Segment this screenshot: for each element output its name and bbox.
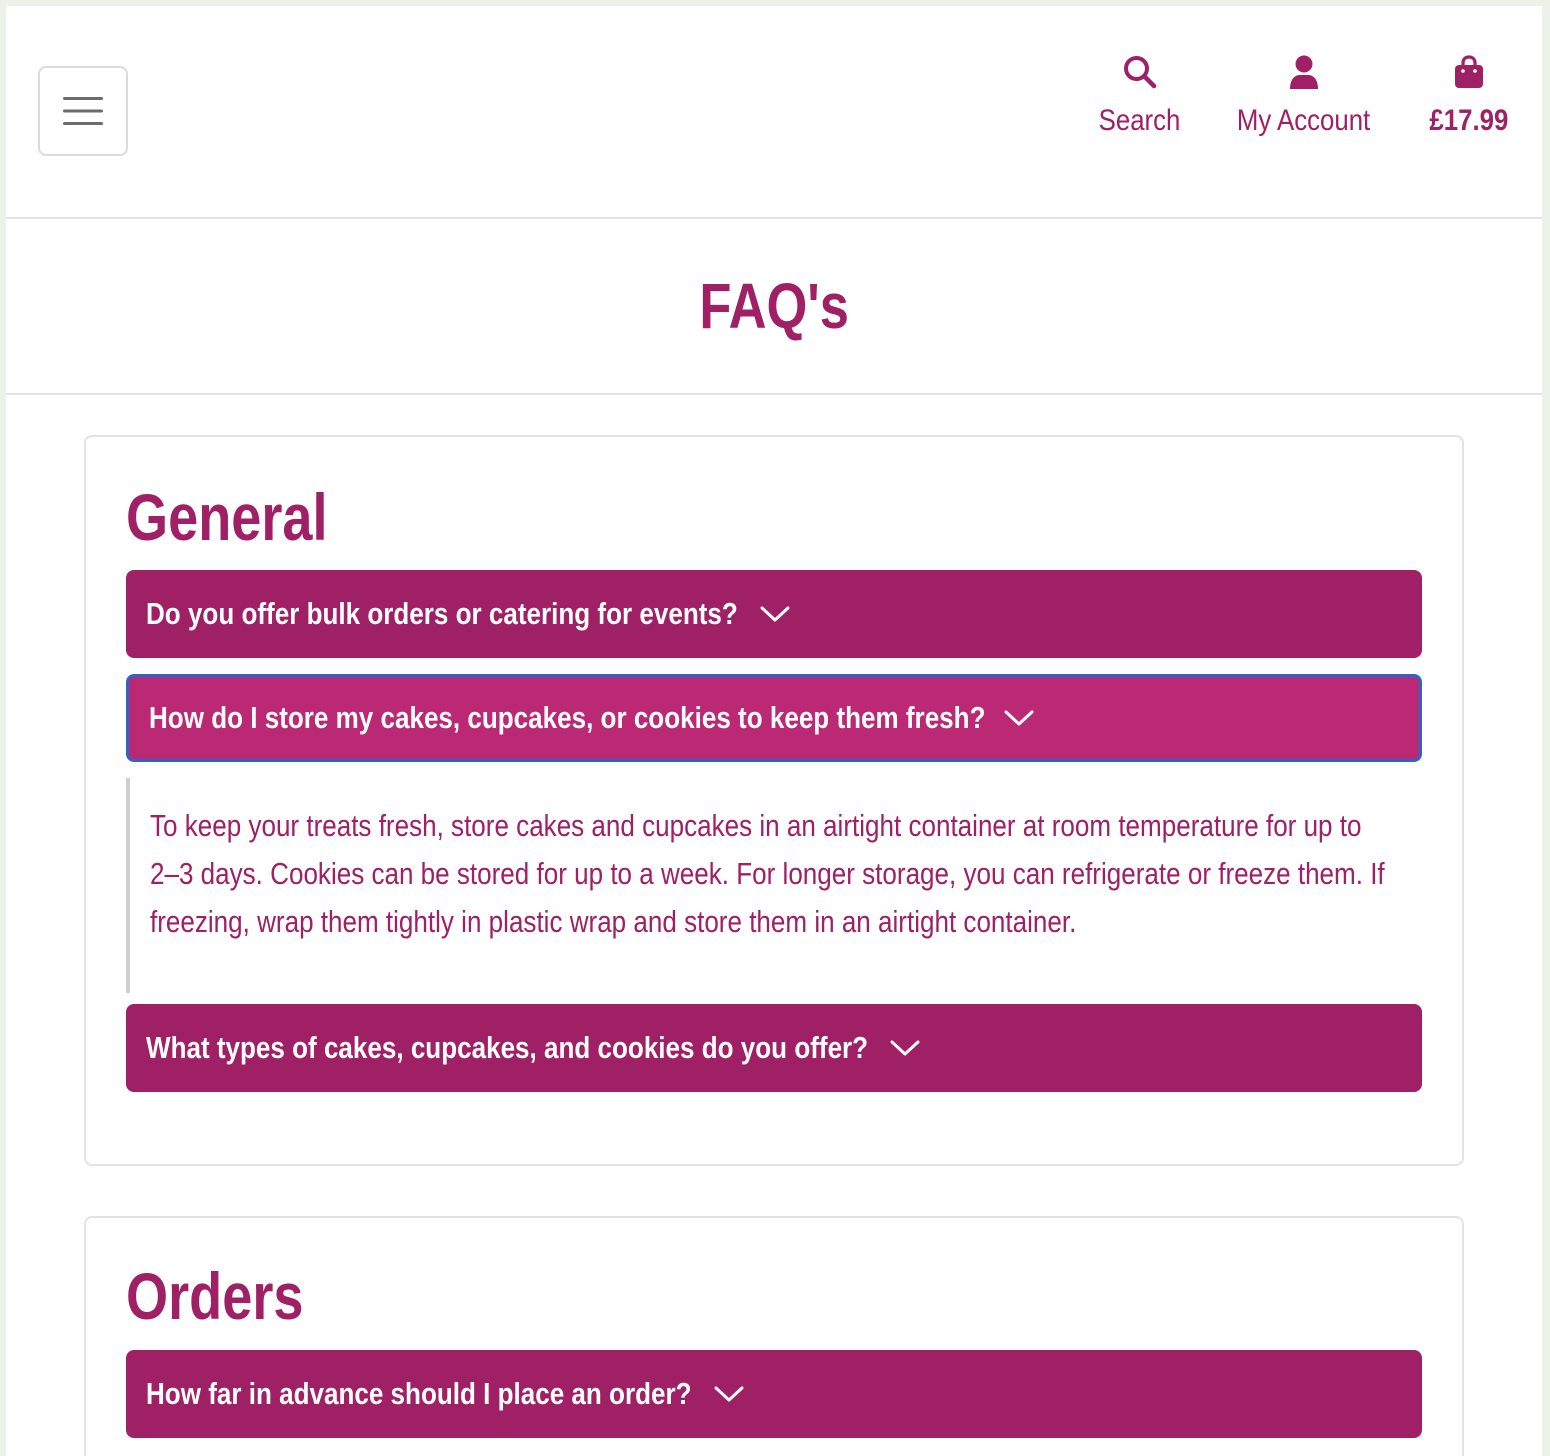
chevron-down-icon [760, 605, 790, 623]
faq-answer: To keep your treats fresh, store cakes a… [126, 778, 1422, 993]
hamburger-icon [63, 95, 103, 127]
page: Search My Account £17.99 FAQ's General D… [6, 6, 1542, 1456]
faq-question-button[interactable]: Do you offer bulk orders or catering for… [126, 570, 1422, 658]
my-account-label: My Account [1237, 104, 1371, 137]
faq-section-general: General Do you offer bulk orders or cate… [84, 435, 1464, 1166]
page-title: FAQ's [699, 270, 849, 342]
menu-button[interactable] [38, 66, 128, 156]
site-header: Search My Account £17.99 [6, 6, 1542, 219]
faq-question-button-expanded[interactable]: How do I store my cakes, cupcakes, or co… [126, 674, 1422, 762]
faq-question-text: How far in advance should I place an ord… [146, 1376, 692, 1411]
section-heading: Orders [126, 1259, 304, 1333]
cart-total: £17.99 [1429, 104, 1509, 137]
shopping-bag-icon [1454, 52, 1484, 92]
my-account-link[interactable]: My Account [1227, 52, 1381, 138]
search-icon [1122, 52, 1158, 92]
faq-answer-text: To keep your treats fresh, store cakes a… [150, 808, 1385, 939]
faq-question-text: Do you offer bulk orders or catering for… [146, 596, 738, 631]
cart-link[interactable]: £17.99 [1420, 52, 1518, 138]
faq-section-orders: Orders How far in advance should I place… [84, 1216, 1464, 1456]
title-band: FAQ's [6, 219, 1542, 395]
search-link[interactable]: Search [1094, 52, 1186, 138]
chevron-down-icon [1004, 709, 1034, 727]
faq-question-button[interactable]: How far in advance should I place an ord… [126, 1350, 1422, 1438]
search-label: Search [1099, 104, 1181, 137]
faq-question-text: What types of cakes, cupcakes, and cooki… [146, 1030, 869, 1065]
chevron-down-icon [890, 1039, 920, 1057]
faq-question-text: How do I store my cakes, cupcakes, or co… [149, 700, 986, 735]
user-icon [1289, 52, 1319, 92]
faq-question-button[interactable]: What types of cakes, cupcakes, and cooki… [126, 1004, 1422, 1092]
section-heading: General [126, 480, 328, 554]
chevron-down-icon [714, 1385, 744, 1403]
